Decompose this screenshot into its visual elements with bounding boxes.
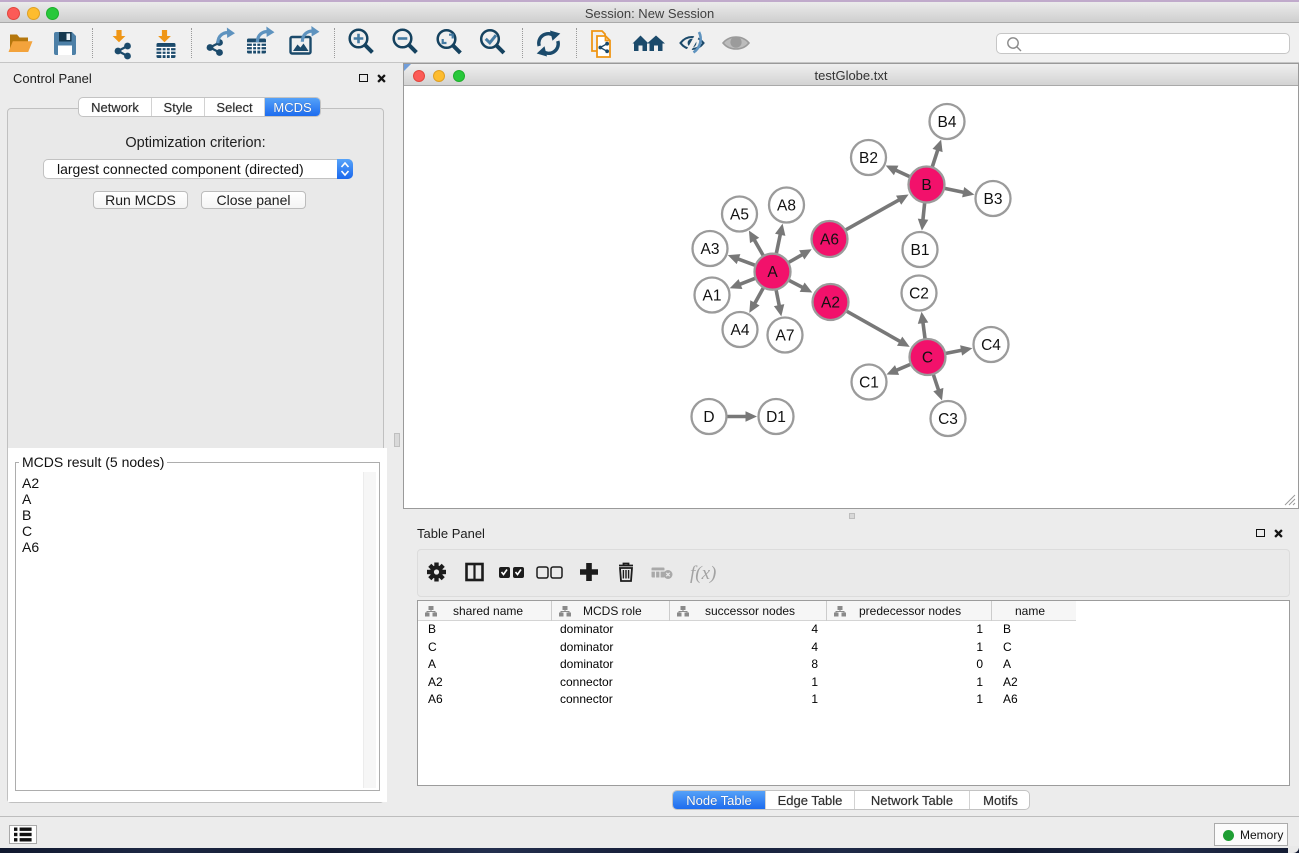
svg-text:C1: C1 [859,375,879,392]
svg-text:D1: D1 [766,409,786,426]
svg-text:A1: A1 [703,288,722,305]
svg-text:A4: A4 [731,322,750,339]
svg-text:A: A [767,264,778,281]
svg-text:A6: A6 [820,232,839,249]
svg-text:C3: C3 [938,411,958,428]
svg-text:D: D [703,409,714,426]
svg-text:A8: A8 [777,198,796,215]
svg-text:B2: B2 [859,150,878,167]
svg-text:A5: A5 [730,207,749,224]
svg-text:C: C [922,350,933,367]
svg-text:B3: B3 [984,191,1003,208]
svg-text:C4: C4 [981,337,1001,354]
svg-text:B1: B1 [911,242,930,259]
svg-text:B4: B4 [938,114,957,131]
svg-text:A7: A7 [776,328,795,345]
svg-text:C2: C2 [909,286,929,303]
svg-text:B: B [921,177,931,194]
svg-text:A2: A2 [821,295,840,312]
svg-text:A3: A3 [701,241,720,258]
svg-text:f(x): f(x) [690,563,716,584]
